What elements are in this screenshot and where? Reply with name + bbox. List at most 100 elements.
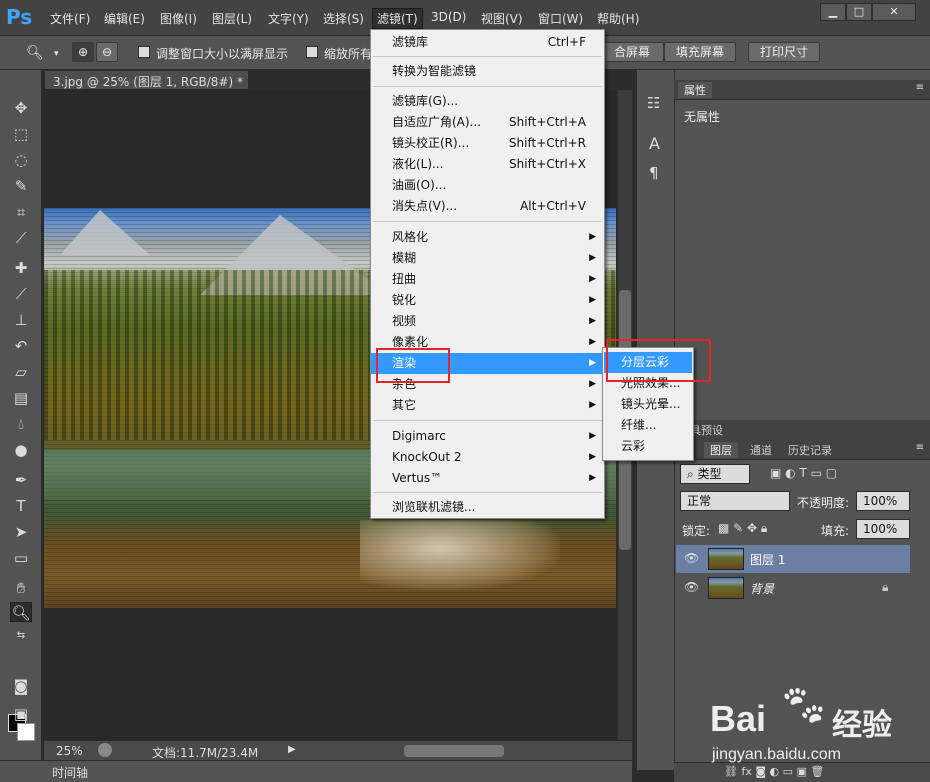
eyedropper-tool-icon[interactable]: ⟋ xyxy=(10,228,32,248)
paragraph-panel-icon[interactable]: ¶ xyxy=(649,164,659,182)
menu-item-liquify[interactable]: 液化(L)... Shift+Ctrl+X xyxy=(371,154,604,175)
submenu-arrow-icon: ▶ xyxy=(589,473,596,483)
visibility-eye-icon[interactable]: 👁︎ xyxy=(684,580,699,594)
zoom-out-icon[interactable]: ⊖ xyxy=(96,42,118,62)
path-select-icon[interactable]: ➤ xyxy=(10,522,32,542)
marquee-tool-icon[interactable]: ⬚ xyxy=(10,124,32,144)
menu-item-browse-online[interactable]: 浏览联机滤镜... xyxy=(371,497,604,518)
blend-mode-select[interactable]: 正常 xyxy=(680,491,790,511)
type-tool-icon[interactable]: T xyxy=(10,496,32,516)
print-size-button[interactable]: 打印尺寸 xyxy=(748,42,820,62)
brush-tool-icon[interactable]: ⟋ xyxy=(10,284,32,304)
minimize-icon[interactable]: ▁ xyxy=(820,3,846,21)
resize-windows-checkbox[interactable] xyxy=(138,46,150,58)
menu-filter[interactable]: 滤镜(T) xyxy=(372,8,423,29)
quick-select-tool-icon[interactable]: ✎ xyxy=(10,176,32,196)
menu-item-digimarc[interactable]: Digimarc ▶ xyxy=(371,426,604,447)
menu-item-blur[interactable]: 模糊 ▶ xyxy=(371,248,604,269)
layer-filter-select[interactable]: ⌕ 类型 xyxy=(680,464,750,484)
menu-item-filter-gallery-last[interactable]: 滤镜库 Ctrl+F xyxy=(371,32,604,53)
eraser-tool-icon[interactable]: ▱ xyxy=(10,362,32,382)
menu-3d[interactable]: 3D(D) xyxy=(431,10,466,24)
menu-layer[interactable]: 图层(L) xyxy=(212,10,252,27)
menu-item-knockout[interactable]: KnockOut 2 ▶ xyxy=(371,447,604,468)
zoom-level[interactable]: 25% xyxy=(56,744,83,758)
shape-tool-icon[interactable]: ▭ xyxy=(10,548,32,568)
submenu-item-clouds[interactable]: 云彩 xyxy=(604,436,692,457)
pen-tool-icon[interactable]: ✒ xyxy=(10,470,32,490)
fit-screen-button[interactable]: 合屏幕 xyxy=(600,42,664,62)
swap-colors-icon[interactable]: ⇆ xyxy=(10,626,32,646)
menu-item-stylize[interactable]: 风格化 ▶ xyxy=(371,227,604,248)
menu-edit[interactable]: 编辑(E) xyxy=(104,10,145,27)
menu-item-distort[interactable]: 扭曲 ▶ xyxy=(371,269,604,290)
menu-item-oil-paint[interactable]: 油画(O)... xyxy=(371,175,604,196)
layer-row-layer1[interactable]: 👁︎ 图层 1 xyxy=(676,545,910,573)
timeline-tab[interactable]: 时间轴 xyxy=(52,764,88,781)
tab-history[interactable]: 历史记录 xyxy=(782,442,838,458)
properties-panel-header: 属性 ≡ xyxy=(674,80,930,100)
submenu-arrow-icon: ▶ xyxy=(589,358,596,368)
layer-name[interactable]: 背景 xyxy=(750,580,774,597)
menu-item-adaptive-wide-angle[interactable]: 自适应广角(A)... Shift+Ctrl+A xyxy=(371,112,604,133)
submenu-item-lens-flare[interactable]: 镜头光晕... xyxy=(604,394,692,415)
search-icon: ⌕ xyxy=(687,467,698,481)
crop-tool-icon[interactable]: ⌗ xyxy=(10,202,32,222)
panel-menu-icon[interactable]: ≡ xyxy=(916,82,924,93)
menu-select[interactable]: 选择(S) xyxy=(323,10,364,27)
visibility-eye-icon[interactable]: 👁︎ xyxy=(684,551,699,565)
screen-mode-icon[interactable]: ▣ xyxy=(10,704,32,724)
status-info-icon[interactable] xyxy=(98,743,112,757)
menu-window[interactable]: 窗口(W) xyxy=(538,10,583,27)
layer-row-background[interactable]: 👁︎ 背景 🔒︎ xyxy=(676,574,910,602)
menu-item-vertus[interactable]: Vertus™ ▶ xyxy=(371,468,604,489)
opacity-field[interactable]: 100% xyxy=(856,491,910,511)
tab-properties[interactable]: 属性 xyxy=(678,82,712,98)
dodge-tool-icon[interactable]: ● xyxy=(10,440,32,460)
healing-brush-icon[interactable]: ✚ xyxy=(10,258,32,278)
character-panel-icon[interactable]: A xyxy=(649,134,660,153)
zoom-all-checkbox[interactable] xyxy=(306,46,318,58)
status-arrow-icon[interactable]: ▶ xyxy=(288,744,296,755)
blur-tool-icon[interactable]: 💧︎ xyxy=(10,414,32,434)
tab-layers[interactable]: 图层 xyxy=(704,442,738,458)
lock-icons[interactable]: ▩ ✎ ✥ 🔒︎ xyxy=(718,521,767,536)
move-tool-icon[interactable]: ✥ xyxy=(10,98,32,118)
menu-help[interactable]: 帮助(H) xyxy=(597,10,639,27)
layer-name[interactable]: 图层 1 xyxy=(750,551,785,568)
panel-menu-icon[interactable]: ≡ xyxy=(916,442,924,453)
menu-item-filter-gallery[interactable]: 滤镜库(G)... xyxy=(371,91,604,112)
history-brush-icon[interactable]: ↶ xyxy=(10,336,32,356)
menu-item-sharpen[interactable]: 锐化 ▶ xyxy=(371,290,604,311)
filter-icons[interactable]: ▣ ◐ T ▭ ▢ xyxy=(770,466,837,480)
lasso-tool-icon[interactable]: ◌ xyxy=(10,150,32,170)
menu-type[interactable]: 文字(Y) xyxy=(268,10,309,27)
menu-view[interactable]: 视图(V) xyxy=(481,10,523,27)
chevron-down-icon[interactable]: ▾ xyxy=(54,49,59,59)
fill-field[interactable]: 100% xyxy=(856,519,910,539)
fill-screen-button[interactable]: 填充屏幕 xyxy=(664,42,736,62)
menu-item-convert-smart[interactable]: 转换为智能滤镜 xyxy=(371,61,604,82)
horizontal-scroll-thumb[interactable] xyxy=(404,745,504,757)
quick-mask-icon[interactable]: ◙ xyxy=(10,676,32,696)
menu-item-video[interactable]: 视频 ▶ xyxy=(371,311,604,332)
zoom-tool-icon[interactable]: 🔍︎ xyxy=(10,602,32,622)
menu-image[interactable]: 图像(I) xyxy=(160,10,197,27)
submenu-item-fibers[interactable]: 纤维... xyxy=(604,415,692,436)
close-icon[interactable]: ✕ xyxy=(872,3,916,21)
zoom-tool-icon[interactable]: 🔍︎ xyxy=(26,45,44,61)
zoom-in-icon[interactable]: ⊕ xyxy=(72,42,94,62)
gradient-tool-icon[interactable]: ▤ xyxy=(10,388,32,408)
document-tab[interactable]: 3.jpg @ 25% (图层 1, RGB/8#) * xyxy=(44,70,249,90)
history-panel-icon[interactable]: ☷ xyxy=(647,94,660,112)
menu-item-other[interactable]: 其它 ▶ xyxy=(371,395,604,416)
background-color-swatch[interactable] xyxy=(17,723,35,741)
tab-channels[interactable]: 通道 xyxy=(744,442,778,458)
clone-stamp-icon[interactable]: ⊥ xyxy=(10,310,32,330)
maximize-icon[interactable]: □ xyxy=(846,3,872,21)
menu-file[interactable]: 文件(F) xyxy=(50,10,90,27)
watermark-brand-cn: 经验 xyxy=(832,708,892,743)
menu-item-vanishing-point[interactable]: 消失点(V)... Alt+Ctrl+V xyxy=(371,196,604,217)
menu-item-lens-correction[interactable]: 镜头校正(R)... Shift+Ctrl+R xyxy=(371,133,604,154)
hand-tool-icon[interactable]: ✋︎ xyxy=(10,578,32,598)
